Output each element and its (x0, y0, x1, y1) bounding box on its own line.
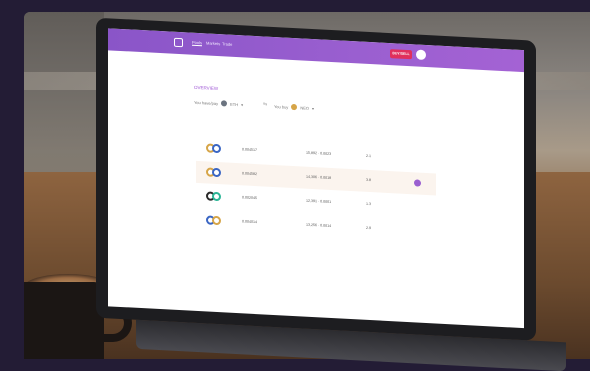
row-select[interactable] (414, 203, 421, 210)
token-pair-icon (206, 215, 222, 226)
user-avatar[interactable] (416, 49, 426, 60)
nav-link-markets[interactable]: Markets (206, 40, 220, 46)
cell-price: 0.004014 (242, 219, 257, 225)
cell-volume: 15,892 · 0.0023 (306, 150, 332, 157)
token-b-icon (212, 215, 221, 226)
cell-volume: 13,256 · 0.0014 (306, 222, 332, 229)
buy-filter-label: You buy (274, 103, 289, 110)
page-title: OVERVIEW (194, 84, 219, 92)
pay-filter-label: You have/pay (194, 99, 219, 106)
cell-change: 3.8 (366, 177, 371, 183)
chevron-down-icon: ▾ (241, 101, 244, 107)
cell-change: 1.3 (366, 201, 371, 207)
cell-price: 0.004517 (242, 147, 257, 153)
cell-change: 2.1 (366, 153, 371, 159)
background-wall (24, 12, 104, 182)
token-b-icon (212, 191, 221, 202)
token-pair-icon (206, 191, 222, 202)
token-b-icon (212, 143, 221, 154)
swap-icon[interactable]: ⇆ (263, 101, 267, 107)
cell-change: 2.9 (366, 225, 371, 231)
laptop-screen: Pools Markets Trade BUY/SELL OVERVIEW Yo… (108, 28, 524, 329)
chevron-down-icon: ▾ (311, 105, 314, 111)
laptop: Pools Markets Trade BUY/SELL OVERVIEW Yo… (96, 17, 566, 371)
row-select[interactable] (414, 227, 421, 234)
token-b-icon (212, 167, 221, 178)
token-pair-icon (206, 167, 222, 178)
cell-price: 0.002045 (242, 195, 257, 201)
buy-filter[interactable]: You buy NEO ▾ (274, 103, 314, 111)
coffee-mug (24, 282, 104, 359)
token-pair-icon (206, 143, 222, 154)
eth-coin-icon (221, 100, 228, 107)
pay-filter-token: ETH (230, 101, 239, 107)
row-select-active[interactable] (414, 179, 421, 187)
cell-volume: 12,391 · 0.0001 (306, 198, 332, 205)
cell-price: 0.004582 (242, 171, 257, 177)
row-select[interactable] (414, 155, 421, 162)
cell-volume: 14,306 · 0.0018 (306, 174, 332, 181)
buy-sell-button[interactable]: BUY/SELL (390, 49, 412, 60)
laptop-bezel: Pools Markets Trade BUY/SELL OVERVIEW Yo… (96, 17, 536, 341)
buy-filter-token: NEO (300, 104, 309, 111)
pay-filter[interactable]: You have/pay ETH ▾ (194, 99, 243, 108)
app-logo[interactable] (174, 37, 183, 48)
neo-coin-icon (291, 103, 298, 111)
nav-link-pools[interactable]: Pools (192, 39, 203, 47)
nav-link-trade[interactable]: Trade (222, 41, 232, 47)
